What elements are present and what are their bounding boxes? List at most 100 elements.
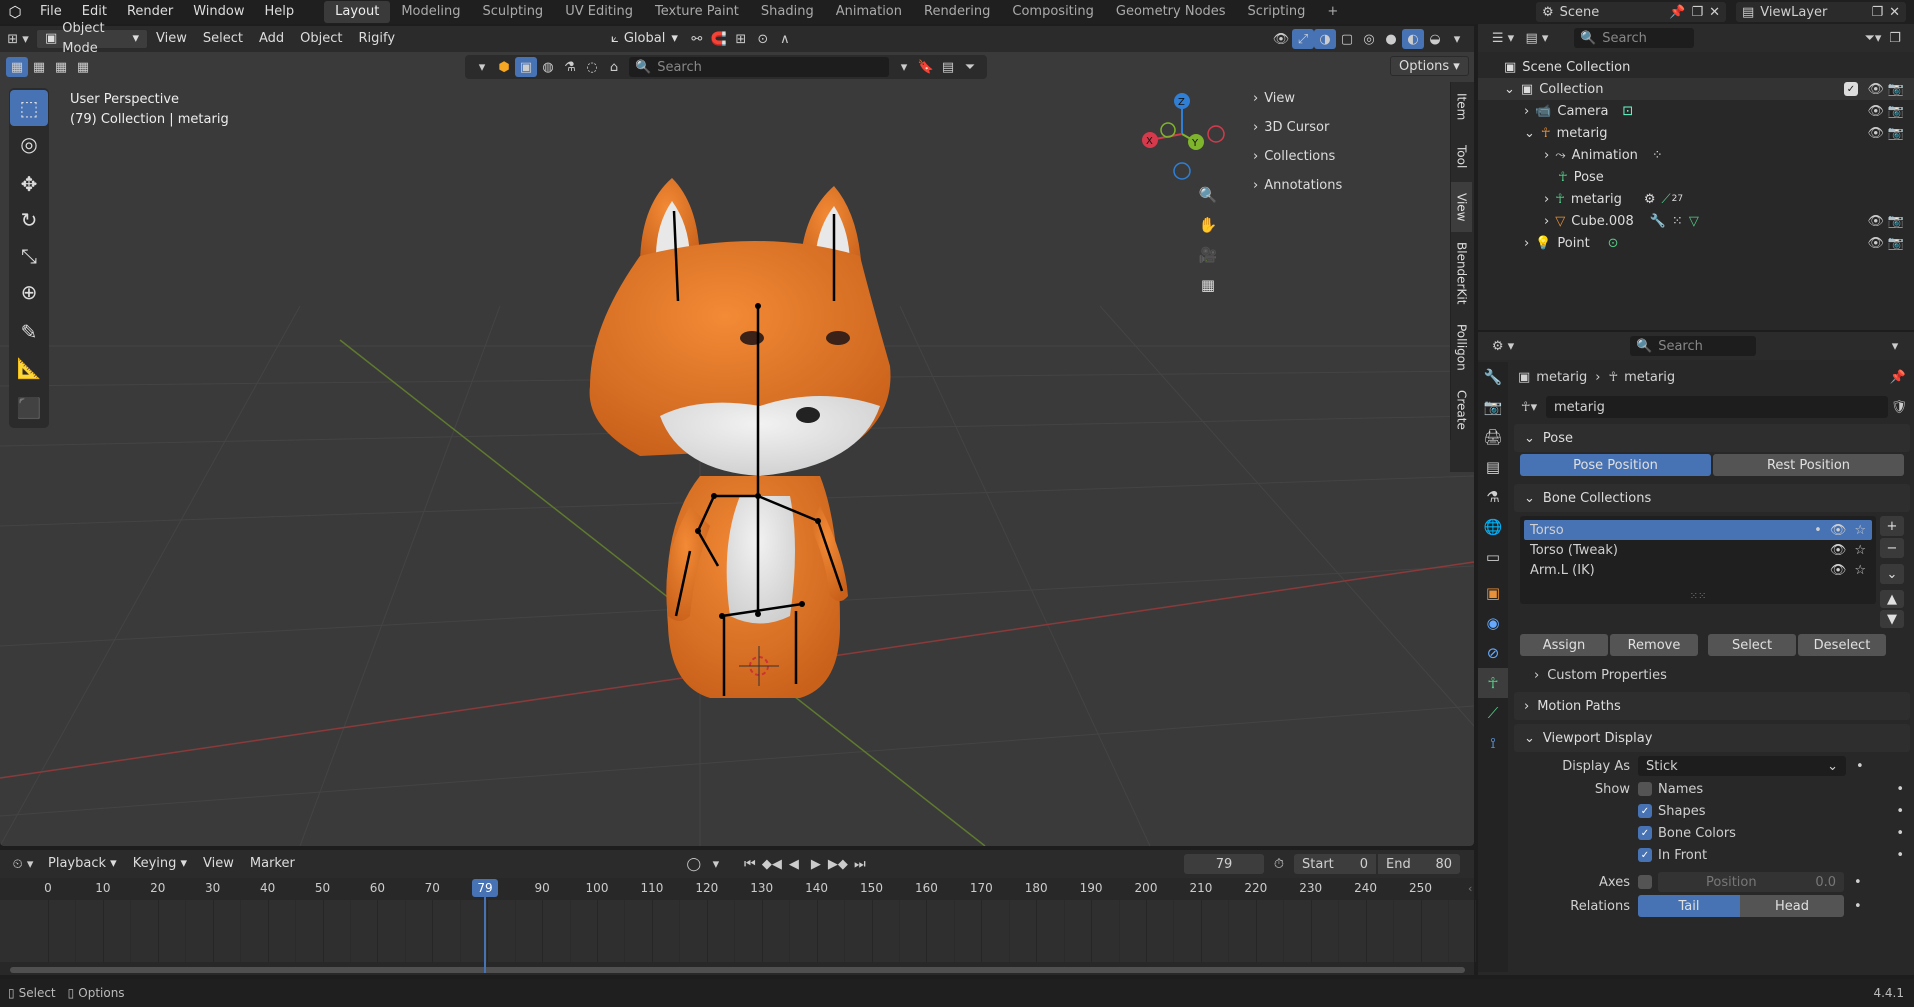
shading-options-icon[interactable]: ▾ [1446,29,1468,49]
view-layer-selector[interactable]: ▤ ViewLayer ❐ ✕ [1736,2,1906,22]
scale-tool[interactable]: ⤡ [10,238,48,274]
object-tab-icon[interactable]: ▣ [1478,578,1508,608]
asset-material-icon[interactable]: ◍ [537,57,559,77]
bone-colors-checkbox[interactable]: ✓ [1638,826,1652,840]
chevron-right-icon[interactable]: › [1544,148,1549,163]
keyframe-dot-icon[interactable]: • [1896,848,1904,863]
menu-window[interactable]: Window [183,0,254,24]
menu-rigify[interactable]: Rigify [350,29,403,49]
custom-properties-subpanel[interactable]: › Custom Properties [1514,662,1910,688]
constraints-tab-icon[interactable]: ⊘ [1478,638,1508,668]
options-dropdown[interactable]: Options ▾ [1390,56,1469,76]
fake-user-shield-icon[interactable]: 🛡 [1888,397,1910,417]
auto-keying-icon[interactable]: ◯ [683,854,705,874]
camera-render-icon[interactable]: 📷 [1888,236,1904,251]
mesh-data-icon[interactable]: ▽ [1689,214,1699,229]
blender-logo-icon[interactable]: ⬡ [0,3,30,21]
tab-modeling[interactable]: Modeling [390,1,471,23]
tab-uv-editing[interactable]: UV Editing [554,1,644,23]
exclude-checkbox[interactable]: ✓ [1844,82,1858,96]
pan-hand-icon[interactable]: ✋ [1194,210,1222,240]
outliner-row-pose[interactable]: ☥ Pose [1478,166,1914,188]
camera-render-icon[interactable]: 📷 [1888,126,1904,141]
menu-keying[interactable]: Keying ▾ [125,854,195,874]
play-icon[interactable]: ▶ [805,854,827,874]
xray-icon[interactable]: ▢ [1336,29,1358,49]
tab-rendering[interactable]: Rendering [913,1,1001,23]
star-icon[interactable]: ☆ [1854,543,1866,558]
editor-type-icon[interactable]: ⊞ ▾ [0,29,36,49]
collection-tab-icon[interactable]: ▭ [1478,542,1508,572]
remove-button[interactable]: Remove [1610,634,1698,656]
eye-icon[interactable]: 👁 [1867,104,1884,119]
current-frame-field[interactable]: 79 [1184,854,1264,874]
viewport-display-header[interactable]: ⌄ Viewport Display [1514,724,1910,752]
play-reverse-icon[interactable]: ◀ [783,854,805,874]
cursor-tool[interactable]: ◎ [10,126,48,162]
wireframe-shading-icon[interactable]: ◎ [1358,29,1380,49]
copy-icon[interactable]: ❐ [1871,5,1883,20]
visibility-icon[interactable]: 👁 [1270,29,1292,49]
start-frame-field[interactable]: Start 0 [1294,854,1376,874]
camera-render-icon[interactable]: 📷 [1888,82,1904,97]
asset-search-input[interactable]: 🔍 Search [629,57,889,77]
proportional-edit-icon[interactable]: ⊙ [752,29,774,49]
timeline-track-area[interactable] [0,900,1477,962]
transform-orientation[interactable]: ⟀ Global ▾ [603,29,686,49]
move-down-icon[interactable]: ▼ [1880,610,1904,628]
tab-blenderkit[interactable]: BlenderKit [1450,232,1472,314]
material-shading-icon[interactable]: ◐ [1402,29,1424,49]
bone-collection-item[interactable]: Torso • 👁 ☆ [1524,520,1872,540]
wrench-icon[interactable]: 🔧 [1650,214,1666,229]
end-frame-field[interactable]: End 80 [1378,854,1460,874]
remove-collection-icon[interactable]: − [1880,538,1904,558]
npanel-annotations[interactable]: › Annotations [1245,171,1445,200]
measure-tool[interactable]: 📐 [10,350,48,386]
solid-shading-icon[interactable]: ● [1380,29,1402,49]
tab-scripting[interactable]: Scripting [1237,1,1317,23]
keying-set-dropdown-icon[interactable]: ▾ [705,854,727,874]
snap-icon[interactable]: 🧲 [708,29,730,49]
add-collection-icon[interactable]: + [1880,516,1904,536]
camera-render-icon[interactable]: 📷 [1888,104,1904,119]
menu-add[interactable]: Add [251,29,292,49]
menu-object[interactable]: Object [292,29,350,49]
npanel-collections[interactable]: › Collections [1245,142,1445,171]
chevron-right-icon[interactable]: › [1524,236,1529,251]
bone-collection-list[interactable]: Torso • 👁 ☆ Torso (Tweak) 👁 ☆ Arm.L (IK)… [1520,516,1876,604]
motion-paths-header[interactable]: › Motion Paths [1514,692,1910,720]
star-icon[interactable]: ☆ [1854,523,1866,538]
outliner-row-scene-collection[interactable]: ▣ Scene Collection [1478,56,1914,78]
tab-item[interactable]: Item [1450,82,1472,132]
menu-marker[interactable]: Marker [242,854,303,874]
chevron-down-icon[interactable]: ▾ [1884,336,1906,356]
collapse-arrow-icon[interactable]: ‹ [1468,882,1472,895]
prev-keyframe-icon[interactable]: ◆◀ [761,854,783,874]
light-data-icon[interactable]: ⊙ [1608,236,1619,251]
menu-select[interactable]: Select [195,29,251,49]
outliner-row-animation[interactable]: › ⤳ Animation ⁘ [1478,144,1914,166]
asset-hdr-icon[interactable]: ◌ [581,57,603,77]
select-new-icon[interactable]: ▦ [6,57,28,77]
outliner-row-metarig-data[interactable]: › ☥ metarig ⚙ ⟋ 27 [1478,188,1914,210]
editor-type-icon[interactable]: ☰ ▾ [1486,28,1520,48]
pivot-icon[interactable]: ⚯ [686,29,708,49]
axes-checkbox[interactable] [1638,875,1652,889]
tab-sculpting[interactable]: Sculpting [471,1,554,23]
playhead[interactable]: 79 [472,879,498,897]
tab-view[interactable]: View [1450,182,1472,232]
deselect-button[interactable]: Deselect [1798,634,1886,656]
3d-viewport[interactable]: Z Y X User Perspective (79) Collection |… [0,26,1474,846]
tab-create[interactable]: Create [1450,380,1472,440]
new-collection-icon[interactable]: ❐ [1884,28,1906,48]
bone-constraint-tab-icon[interactable]: ⟟ [1478,728,1508,758]
shapes-checkbox[interactable]: ✓ [1638,804,1652,818]
axes-position-field[interactable]: Position 0.0 [1658,872,1844,892]
camera-render-icon[interactable]: 📷 [1888,214,1904,229]
eye-icon[interactable]: 👁 [1830,563,1847,578]
vertex-group-icon[interactable]: ⁙ [1672,214,1683,229]
chevron-right-icon[interactable]: › [1544,192,1549,207]
keyframe-dot-icon[interactable]: • [1896,804,1904,819]
keyframe-dot-icon[interactable]: • [1854,899,1862,914]
rendered-shading-icon[interactable]: ◒ [1424,29,1446,49]
